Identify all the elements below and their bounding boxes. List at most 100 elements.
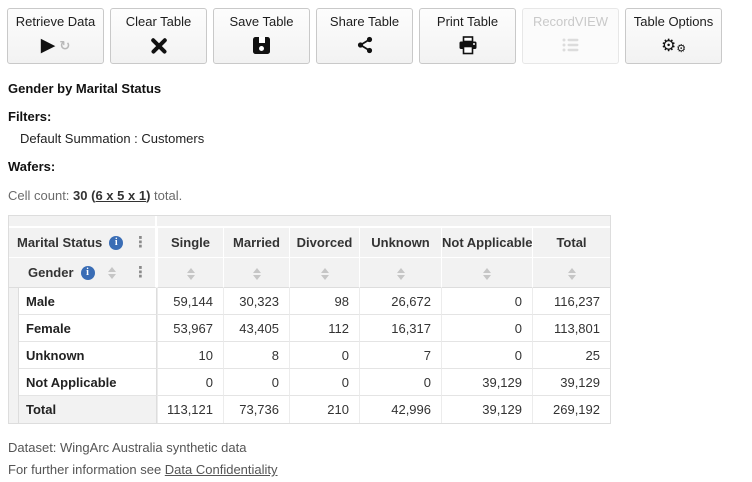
table-row-total: Total 113,121 73,736 210 42,996 39,129 2… [9,396,610,423]
share-table-button[interactable]: Share Table [316,8,413,64]
cell-count-link[interactable]: 6 x 5 x 1 [95,188,146,203]
cell-value: 0 [289,342,359,369]
row-dimension-label: Marital Status [17,235,103,250]
cell-value: 0 [157,369,223,396]
cell-value: 113,801 [532,315,610,342]
column-header-total[interactable]: Total [532,228,610,258]
trash-button[interactable]: Trash [742,8,752,62]
refresh-icon: ↻ [59,37,71,53]
row-label: Female [19,315,157,342]
kebab-menu-icon[interactable]: ⋮ [133,235,148,250]
cell-value: 10 [157,342,223,369]
cell-value: 0 [441,342,532,369]
row-dimension-header[interactable]: Marital Status i ⋮ [9,228,157,258]
sort-icon[interactable] [108,266,116,279]
cell-value: 269,192 [532,396,610,423]
table-row-female: Female 53,967 43,405 112 16,317 0 113,80… [9,315,610,342]
print-table-label: Print Table [436,14,499,29]
cell-value: 30,323 [223,288,289,315]
clear-table-button[interactable]: Clear Table [110,8,207,64]
sort-icon[interactable] [320,267,329,280]
save-table-button[interactable]: Save Table [213,8,310,64]
retrieve-data-button[interactable]: Retrieve Data ▶ ↻ [7,8,104,64]
sort-icon[interactable] [567,267,576,280]
cell-value: 16,317 [359,315,441,342]
retrieve-data-icon-row: ▶ ↻ [41,34,71,56]
row-label: Not Applicable [19,369,157,396]
info-icon[interactable]: i [109,235,124,250]
cell-value: 0 [289,369,359,396]
cell-value: 112 [289,315,359,342]
sort-cell-married[interactable] [223,258,289,288]
gear-small-icon: ⚙ [676,42,687,55]
column-header-single[interactable]: Single [157,228,223,258]
cell-value: 42,996 [359,396,441,423]
confidentiality-prefix: For further information see [8,462,165,477]
row-label: Male [19,288,157,315]
table-row-male: Male 59,144 30,323 98 26,672 0 116,237 [9,288,610,315]
sort-icon[interactable] [396,267,405,280]
sort-cell-divorced[interactable] [289,258,359,288]
wafers-heading: Wafers: [8,159,56,174]
row-label: Unknown [19,342,157,369]
confidentiality-note: For further information see Data Confide… [8,459,752,481]
cell-value: 8 [223,342,289,369]
row-gutter [9,396,19,423]
sort-cell-unknown[interactable] [359,258,441,288]
cell-value: 73,736 [223,396,289,423]
column-header-not-applicable[interactable]: Not Applicable [441,228,532,258]
sort-icon[interactable] [186,267,195,280]
toolbar: Retrieve Data ▶ ↻ Clear Table Save Table… [0,0,752,64]
cell-value: 113,121 [157,396,223,423]
kebab-menu-icon[interactable]: ⋮ [133,265,148,280]
sort-icon[interactable] [252,267,261,280]
save-floppy-icon [253,36,270,54]
col-dimension-label: Gender [28,265,74,280]
share-table-label: Share Table [329,14,400,29]
cell-value: 43,405 [223,315,289,342]
sort-icon[interactable] [483,267,491,280]
footer: Dataset: WingArc Australia synthetic dat… [8,437,752,481]
cell-value: 210 [289,396,359,423]
column-header-unknown[interactable]: Unknown [359,228,441,258]
page-title: Gender by Marital Status [8,81,162,96]
row-gutter [9,369,19,396]
table-top-strip [9,216,610,228]
cell-value: 26,672 [359,288,441,315]
cell-count-line: Cell count: 30 (6 x 5 x 1) total. [8,188,752,203]
cell-value: 39,129 [441,369,532,396]
col-dimension-header[interactable]: Gender i ⋮ [9,258,157,288]
retrieve-data-label: Retrieve Data [15,14,96,29]
sort-cell-total[interactable] [532,258,610,288]
cell-count-prefix: Cell count: [8,188,74,203]
cell-value: 39,129 [441,396,532,423]
sort-cell-not-applicable[interactable] [441,258,532,288]
dataset-note: Dataset: WingArc Australia synthetic dat… [8,440,247,455]
print-table-button[interactable]: Print Table [419,8,516,64]
crosstab-table: Marital Status i ⋮ Single Married Divorc… [8,215,611,424]
sort-row: Gender i ⋮ [9,258,610,288]
share-icon [357,36,372,54]
row-gutter [9,288,19,315]
gear-icon: ⚙ [660,35,677,55]
sort-cell-single[interactable] [157,258,223,288]
clear-x-icon [150,36,168,54]
cell-count-paren-close: ) [146,188,155,203]
data-confidentiality-link[interactable]: Data Confidentiality [165,462,278,477]
column-header-divorced[interactable]: Divorced [289,228,359,258]
recordview-label: RecordVIEW [532,14,609,29]
cell-value: 39,129 [532,369,610,396]
table-options-label: Table Options [633,14,714,29]
cell-count-suffix: total. [154,188,183,203]
cell-value: 98 [289,288,359,315]
row-label: Total [19,396,157,423]
cell-value: 25 [532,342,610,369]
table-row-unknown: Unknown 10 8 0 7 0 25 [9,342,610,369]
column-header-married[interactable]: Married [223,228,289,258]
cell-value: 59,144 [157,288,223,315]
row-gutter [9,342,19,369]
table-options-button[interactable]: Table Options ⚙ ⚙ [625,8,722,64]
column-header-row: Marital Status i ⋮ Single Married Divorc… [9,228,610,258]
play-icon: ▶ [40,34,56,56]
info-icon[interactable]: i [80,265,95,280]
